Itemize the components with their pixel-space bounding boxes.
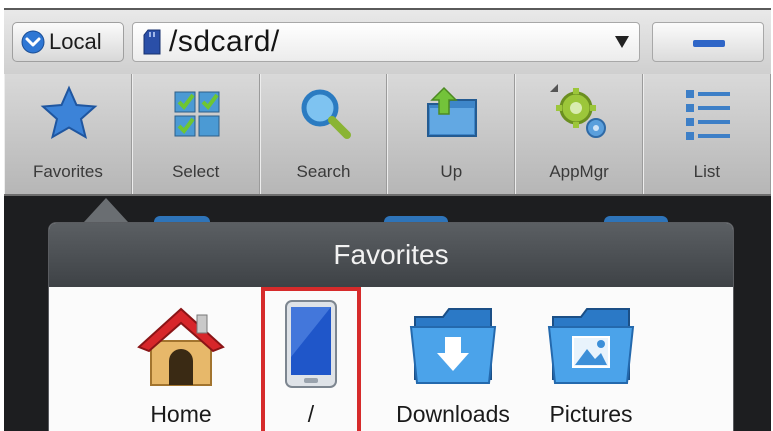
favorite-label: Pictures [549, 401, 633, 427]
local-button[interactable]: Local [12, 22, 124, 62]
folder-up-icon [427, 86, 478, 137]
search-button[interactable]: Search [259, 74, 388, 194]
phone-icon [285, 300, 337, 388]
app-window: Local /sdcard/ Favorites Select Search U… [4, 8, 771, 431]
favorites-panel-header: Favorites [49, 223, 733, 287]
favorites-label: Favorites [32, 162, 103, 181]
favorites-grid: Home / Downloads Pictures [49, 287, 733, 431]
path-dropdown[interactable]: /sdcard/ [132, 22, 640, 62]
magnifier-icon [301, 89, 351, 139]
select-button[interactable]: Select [131, 74, 260, 194]
gear-icon [556, 88, 607, 138]
favorite-item-root[interactable]: / [261, 291, 361, 431]
up-label: Up [440, 162, 463, 181]
appmgr-label: AppMgr [549, 162, 609, 181]
up-button[interactable]: Up [387, 74, 516, 194]
pictures-folder-icon [547, 308, 635, 384]
favorite-item-downloads[interactable]: Downloads [396, 291, 510, 431]
list-button[interactable]: List [642, 74, 771, 194]
toolbar: Favorites Select Search Up AppMgr List [4, 74, 771, 196]
favorite-item-home[interactable]: Home [131, 291, 231, 431]
select-grid-icon [174, 91, 220, 137]
favorite-label: / [307, 401, 315, 427]
minus-icon [693, 40, 725, 47]
sdcard-icon [143, 29, 161, 55]
current-path: /sdcard/ [169, 25, 280, 58]
popup-pointer [84, 198, 128, 222]
house-icon [137, 307, 225, 386]
favorites-panel: Favorites Home / Downloads Pictures [48, 222, 734, 431]
appmgr-button[interactable]: AppMgr [515, 74, 643, 194]
search-label: Search [296, 162, 351, 181]
download-folder-icon [409, 308, 497, 384]
favorite-label: Home [150, 401, 212, 427]
select-label: Select [172, 162, 220, 181]
list-icon [685, 90, 730, 140]
list-label: List [693, 162, 721, 181]
chevron-down-icon[interactable] [615, 36, 629, 48]
minimize-button[interactable] [652, 22, 764, 62]
favorites-panel-title: Favorites [333, 239, 449, 270]
corner-indicator-icon [550, 84, 559, 92]
star-icon [40, 85, 98, 140]
favorites-button[interactable]: Favorites [4, 74, 132, 194]
favorite-item-pictures[interactable]: Pictures [541, 291, 641, 431]
address-bar: Local /sdcard/ [4, 10, 771, 75]
globe-icon [21, 30, 45, 54]
favorite-label: Downloads [396, 401, 510, 427]
local-label: Local [49, 29, 102, 54]
